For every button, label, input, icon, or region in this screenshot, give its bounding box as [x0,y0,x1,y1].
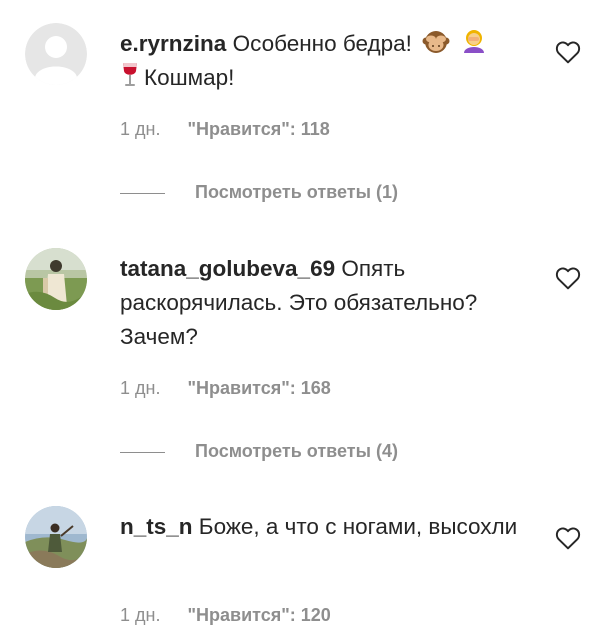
comment-item: e.ryrnzina Особенно бедра! Кошмар! 1 дн.… [0,0,616,220]
like-heart-icon[interactable] [555,526,581,550]
comment-username[interactable]: n_ts_n [120,514,193,539]
comment-body: e.ryrnzina Особенно бедра! Кошмар! [120,27,550,95]
comment-body: n_ts_n Боже, а что с ногами, высохли [120,510,550,544]
view-replies-label[interactable]: Посмотреть ответы (4) [195,441,398,461]
user-avatar[interactable] [25,248,87,310]
comment-meta: 1 дн. "Нравится": 168 [120,378,331,399]
comment-username[interactable]: e.ryrnzina [120,31,226,56]
like-heart-icon[interactable] [555,40,581,64]
default-avatar-icon[interactable] [25,23,87,85]
comment-username[interactable]: tatana_golubeva_69 [120,256,335,281]
view-replies-button[interactable]: Посмотреть ответы (1) [120,182,398,203]
comment-meta: 1 дн. "Нравится": 118 [120,119,330,140]
comment-body: tatana_golubeva_69 Опять раскорячилась. … [120,252,550,354]
replies-divider-line [120,192,165,194]
comment-likes-count[interactable]: "Нравится": 168 [187,378,330,398]
woman-facepalming-icon [460,27,488,55]
comment-text: Боже, а что с ногами, высохли [198,514,518,539]
view-replies-label[interactable]: Посмотреть ответы (1) [195,182,398,202]
wine-glass-icon [120,61,140,89]
comment-meta: 1 дн. "Нравится": 120 [120,605,331,626]
user-avatar[interactable] [25,506,87,568]
comment-text: Кошмар! [144,65,235,90]
comment-time[interactable]: 1 дн. [120,119,160,139]
comment-text: Особенно бедра! [232,31,412,56]
view-replies-button[interactable]: Посмотреть ответы (4) [120,441,398,462]
see-no-evil-monkey-icon [422,27,450,55]
comment-likes-count[interactable]: "Нравится": 120 [187,605,330,625]
comment-time[interactable]: 1 дн. [120,378,160,398]
replies-divider-line [120,451,165,453]
comment-time[interactable]: 1 дн. [120,605,160,625]
comment-likes-count[interactable]: "Нравится": 118 [187,119,329,139]
like-heart-icon[interactable] [555,266,581,290]
